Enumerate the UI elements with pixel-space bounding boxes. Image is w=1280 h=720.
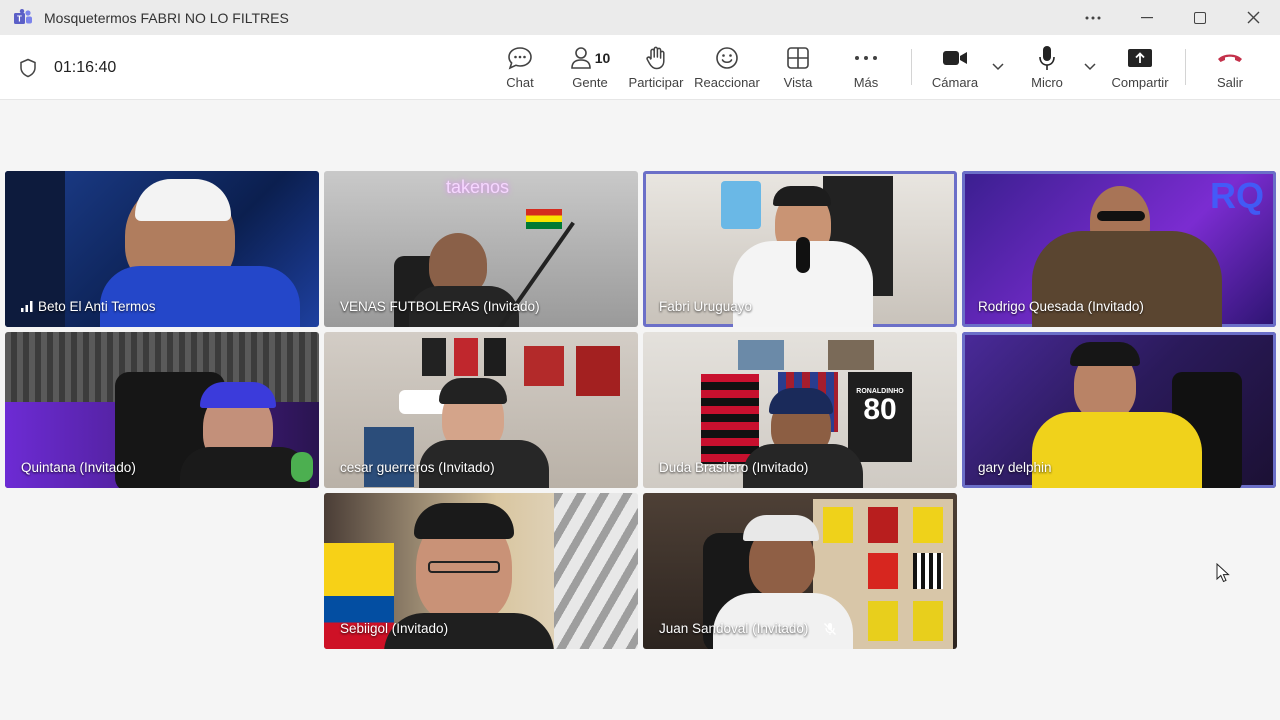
teams-icon: T <box>14 9 32 24</box>
shield-icon <box>20 58 36 78</box>
video-tile[interactable]: takenos VENAS FUTBOLERAS (Invitado) <box>324 171 638 327</box>
bolivia-flag <box>526 209 562 229</box>
video-tile[interactable]: Quintana (Invitado) <box>5 332 319 488</box>
share-screen-icon <box>1128 49 1152 67</box>
video-tile[interactable]: RQ Rodrigo Quesada (Invitado) <box>962 171 1276 327</box>
close-button[interactable] <box>1230 0 1276 35</box>
ellipsis-icon <box>855 56 877 60</box>
people-count: 10 <box>594 50 611 66</box>
jersey-number: 80 <box>863 393 897 426</box>
view-button[interactable]: Vista <box>778 45 818 95</box>
raise-hand-label: Participar <box>628 75 684 90</box>
ellipsis-icon <box>1085 16 1101 19</box>
camera-icon <box>943 51 967 65</box>
maximize-button[interactable] <box>1177 0 1223 35</box>
participant-name: gary delphin <box>978 460 1052 475</box>
participant-name: Quintana (Invitado) <box>21 460 136 475</box>
toolbar-divider <box>1185 49 1186 85</box>
raise-hand-button[interactable]: Participar <box>627 45 685 95</box>
minimize-button[interactable] <box>1124 0 1170 35</box>
video-tile[interactable]: RONALDINHO 80 Duda Brasilero (Invitado) <box>643 332 957 488</box>
people-label: Gente <box>572 75 608 90</box>
participant-name: Juan Sandoval (Invitado) <box>659 621 809 636</box>
video-tile[interactable]: Fabri Uruguayo <box>643 171 957 327</box>
react-label: Reaccionar <box>694 75 760 90</box>
more-button[interactable]: Más <box>846 45 886 95</box>
participant-name: Beto El Anti Termos <box>38 299 156 314</box>
meeting-toolbar: 01:16:40 Chat 10 Gente Participar Reacci… <box>0 35 1280 100</box>
title-bar: T Mosquetermos FABRI NO LO FILTRES <box>0 0 1280 35</box>
share-button[interactable]: Compartir <box>1108 45 1172 95</box>
video-tile[interactable]: Sebiigol (Invitado) <box>324 493 638 649</box>
people-button[interactable]: 10 Gente <box>566 45 614 95</box>
camera-button[interactable]: Cámara <box>928 45 982 95</box>
share-label: Compartir <box>1111 75 1169 90</box>
mic-muted-icon <box>824 622 837 635</box>
people-icon <box>570 47 591 69</box>
raise-hand-icon <box>646 46 665 70</box>
meeting-timer: 01:16:40 <box>54 59 117 76</box>
leave-label: Salir <box>1216 75 1243 90</box>
participant-name: Duda Brasilero (Invitado) <box>659 460 809 475</box>
video-tile[interactable]: Beto El Anti Termos <box>5 171 319 327</box>
signal-bars-icon <box>21 301 33 312</box>
camera-options-chevron-icon[interactable] <box>991 61 1005 71</box>
leave-button[interactable]: Salir <box>1210 45 1250 95</box>
mic-label: Micro <box>1031 75 1063 90</box>
rq-logo: RQ <box>1210 175 1264 216</box>
participant-name: Fabri Uruguayo <box>659 299 753 314</box>
maximize-icon <box>1194 11 1206 24</box>
video-tile[interactable]: gary delphin <box>962 332 1276 488</box>
mouse-cursor-icon <box>1216 563 1230 583</box>
participant-name: Rodrigo Quesada (Invitado) <box>978 299 1144 314</box>
participant-name: Sebiigol (Invitado) <box>340 621 449 636</box>
svg-text:T: T <box>17 15 22 24</box>
chat-icon <box>508 47 532 70</box>
window-title: Mosquetermos FABRI NO LO FILTRES <box>44 10 289 26</box>
chat-button[interactable]: Chat <box>500 45 540 95</box>
smiley-icon <box>716 47 738 69</box>
hang-up-icon <box>1218 54 1242 62</box>
microphone-icon <box>1039 46 1055 70</box>
react-button[interactable]: Reaccionar <box>694 45 760 95</box>
mic-button[interactable]: Micro <box>1024 45 1070 95</box>
toolbar-divider <box>911 49 912 85</box>
grid-view-icon <box>787 47 809 69</box>
neon-sign: takenos <box>446 177 510 197</box>
participant-name: VENAS FUTBOLERAS (Invitado) <box>340 299 540 314</box>
camera-label: Cámara <box>931 75 979 90</box>
close-icon <box>1247 11 1259 24</box>
participant-name: cesar guerreros (Invitado) <box>340 460 495 475</box>
minimize-icon <box>1141 16 1153 18</box>
more-options-button[interactable] <box>1070 0 1116 35</box>
mic-options-chevron-icon[interactable] <box>1083 61 1097 71</box>
video-tile[interactable]: Juan Sandoval (Invitado) <box>643 493 957 649</box>
jersey-frame <box>721 181 761 229</box>
view-label: Vista <box>783 75 813 90</box>
more-label: Más <box>853 75 879 90</box>
video-tile[interactable]: cesar guerreros (Invitado) <box>324 332 638 488</box>
chat-label: Chat <box>506 75 534 90</box>
